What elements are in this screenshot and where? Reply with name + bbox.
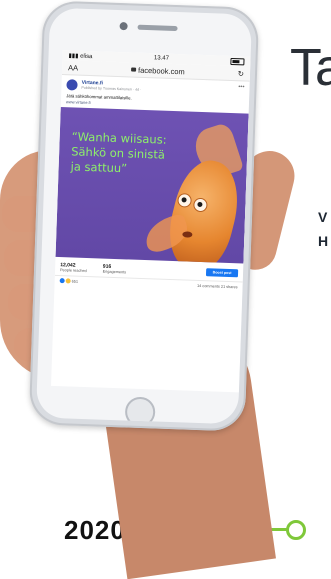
- people-reached-label: People reached: [59, 268, 87, 274]
- side-line-2: H: [318, 233, 329, 249]
- phone-bezel: ▮▮▮ elisa 13.47 AA facebook.com ↻ Virtan…: [35, 7, 253, 425]
- engagements-label: Engagements: [102, 269, 127, 275]
- front-camera-icon: [119, 22, 128, 31]
- reload-icon[interactable]: ↻: [238, 69, 245, 78]
- more-options-icon[interactable]: •••: [238, 84, 245, 90]
- signal-icon: ▮▮▮: [68, 52, 79, 60]
- background-side-text: V H: [318, 205, 328, 253]
- carrier-label: ▮▮▮ elisa: [68, 52, 93, 60]
- clock: 13.47: [153, 55, 170, 62]
- speaker-grille: [137, 24, 178, 32]
- url-text: facebook.com: [137, 65, 185, 76]
- lock-icon: [131, 67, 137, 72]
- comments-shares[interactable]: 14 comments 21 shares: [197, 283, 238, 288]
- url-display[interactable]: facebook.com: [131, 65, 185, 76]
- page-avatar[interactable]: [66, 79, 78, 91]
- reaction-count: 651: [71, 279, 79, 284]
- smartphone: ▮▮▮ elisa 13.47 AA facebook.com ↻ Virtan…: [28, 0, 260, 432]
- post-meta: Virtane.fi Published by Tuomas Kainonen …: [81, 80, 141, 92]
- haha-icon: [65, 278, 71, 284]
- post-quote: “Wanha wiisaus: Sähkö on sinistä ja satt…: [70, 129, 166, 177]
- like-icon: [59, 278, 65, 284]
- text-size-button[interactable]: AA: [68, 63, 78, 72]
- battery-icon: [230, 57, 245, 65]
- background-title: Ta: [290, 39, 331, 97]
- boost-post-button[interactable]: Boost post: [205, 268, 239, 278]
- reaction-summary[interactable]: 651: [59, 278, 79, 284]
- engagements: 916 Engagements: [103, 264, 127, 275]
- goldfish-mouth: [182, 231, 193, 238]
- year-label: 2020: [64, 515, 126, 545]
- published-by: Published by Tuomas Kainonen · 4d ·: [81, 85, 142, 92]
- people-reached: 12,042 People reached: [60, 262, 87, 273]
- post-image[interactable]: “Wanha wiisaus: Sähkö on sinistä ja satt…: [55, 107, 249, 264]
- home-button[interactable]: [124, 396, 156, 425]
- phone-screen: ▮▮▮ elisa 13.47 AA facebook.com ↻ Virtan…: [51, 50, 251, 393]
- timeline-dot: [286, 520, 306, 540]
- side-line-1: V: [318, 209, 328, 225]
